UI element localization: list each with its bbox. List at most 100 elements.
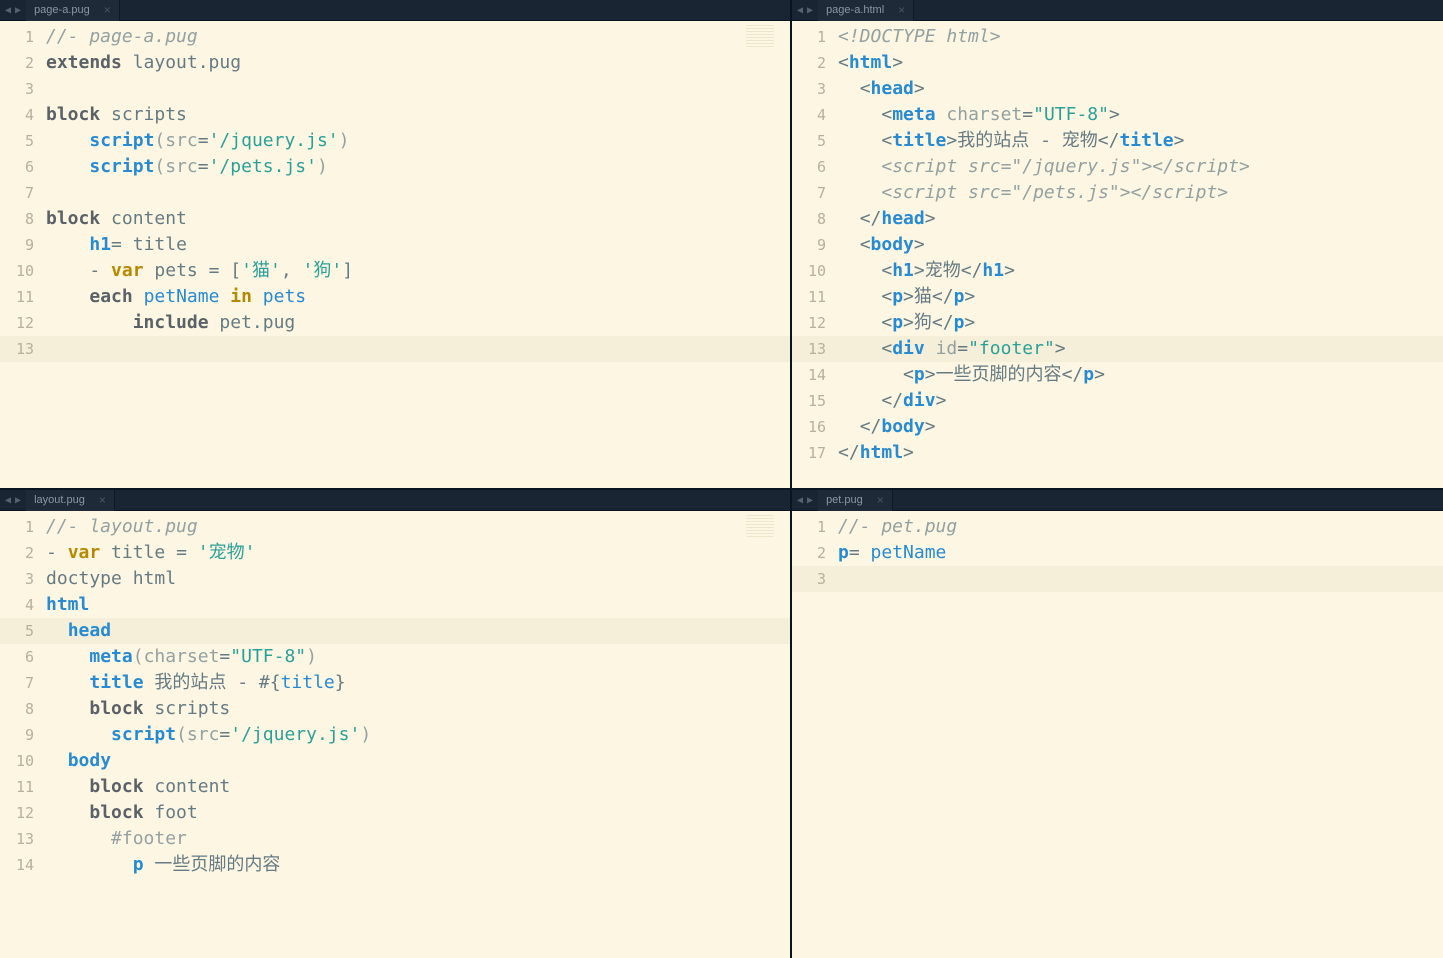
code-line[interactable]: script(src='/jquery.js') <box>44 722 790 748</box>
code-line[interactable]: //- page-a.pug <box>44 24 790 50</box>
line-number: 1 <box>0 24 44 50</box>
code-line[interactable]: <head> <box>836 76 1443 102</box>
code-line[interactable]: </html> <box>836 440 1443 466</box>
tab-nav: ◀ ▶ <box>792 5 818 16</box>
tab-label: page-a.html <box>826 4 884 16</box>
nav-next-icon[interactable]: ▶ <box>14 5 22 16</box>
editor[interactable]: 1234567891011121314151617 <!DOCTYPE html… <box>792 21 1443 488</box>
code-line[interactable]: #footer <box>44 826 790 852</box>
line-number: 5 <box>0 618 44 644</box>
code-line[interactable]: extends layout.pug <box>44 50 790 76</box>
line-number: 4 <box>0 592 44 618</box>
line-number: 13 <box>0 826 44 852</box>
close-icon[interactable]: × <box>99 493 106 507</box>
tabbar: ◀ ▶ page-a.html × <box>792 0 1443 21</box>
line-number: 1 <box>792 24 836 50</box>
code-line[interactable] <box>44 180 790 206</box>
line-number: 5 <box>0 128 44 154</box>
tab-label: layout.pug <box>34 494 85 506</box>
nav-next-icon[interactable]: ▶ <box>14 495 22 506</box>
code-line[interactable]: doctype html <box>44 566 790 592</box>
code-line[interactable]: block scripts <box>44 102 790 128</box>
code-area[interactable]: //- page-a.pugextends layout.pug block sc… <box>44 21 790 488</box>
code-line[interactable]: block scripts <box>44 696 790 722</box>
line-number: 15 <box>792 388 836 414</box>
line-number: 7 <box>0 670 44 696</box>
code-line[interactable]: h1= title <box>44 232 790 258</box>
code-area[interactable]: //- pet.pugp= petName <box>836 511 1443 958</box>
close-icon[interactable]: × <box>898 3 905 17</box>
nav-prev-icon[interactable]: ◀ <box>796 5 804 16</box>
code-line[interactable]: <html> <box>836 50 1443 76</box>
close-icon[interactable]: × <box>104 3 111 17</box>
line-number: 10 <box>792 258 836 284</box>
code-line[interactable]: head <box>44 618 790 644</box>
code-line[interactable]: </head> <box>836 206 1443 232</box>
code-line[interactable] <box>44 76 790 102</box>
code-line[interactable]: block content <box>44 774 790 800</box>
tab-layout-pug[interactable]: layout.pug × <box>26 490 115 511</box>
gutter: 123 <box>792 511 836 958</box>
code-line[interactable]: <meta charset="UTF-8"> <box>836 102 1443 128</box>
pane-bottom-left: ◀ ▶ layout.pug × 1234567891011121314 //-… <box>0 490 790 958</box>
code-line[interactable]: script(src='/jquery.js') <box>44 128 790 154</box>
line-number: 12 <box>0 800 44 826</box>
code-line[interactable]: html <box>44 592 790 618</box>
pane-top-right: ◀ ▶ page-a.html × 1234567891011121314151… <box>792 0 1443 488</box>
nav-prev-icon[interactable]: ◀ <box>4 495 12 506</box>
tab-page-a-pug[interactable]: page-a.pug × <box>26 0 120 21</box>
line-number: 3 <box>0 566 44 592</box>
code-line[interactable]: //- layout.pug <box>44 514 790 540</box>
code-line[interactable]: script(src='/pets.js') <box>44 154 790 180</box>
tab-page-a-html[interactable]: page-a.html × <box>818 0 914 21</box>
tab-nav: ◀ ▶ <box>792 495 818 506</box>
code-line[interactable]: - var pets = ['猫', '狗'] <box>44 258 790 284</box>
line-number: 16 <box>792 414 836 440</box>
gutter: 12345678910111213 <box>0 21 44 488</box>
nav-next-icon[interactable]: ▶ <box>806 495 814 506</box>
code-area[interactable]: //- layout.pug- var title = '宠物'doctype … <box>44 511 790 958</box>
code-line[interactable]: block content <box>44 206 790 232</box>
code-area[interactable]: <!DOCTYPE html><html> <head> <meta chars… <box>836 21 1443 488</box>
code-line[interactable]: <title>我的站点 - 宠物</title> <box>836 128 1443 154</box>
code-line[interactable]: title 我的站点 - #{title} <box>44 670 790 696</box>
tab-nav: ◀ ▶ <box>0 5 26 16</box>
code-line[interactable]: <!DOCTYPE html> <box>836 24 1443 50</box>
code-line[interactable]: <p>一些页脚的内容</p> <box>836 362 1443 388</box>
code-line[interactable]: <body> <box>836 232 1443 258</box>
code-line[interactable]: body <box>44 748 790 774</box>
code-line[interactable]: <p>猫</p> <box>836 284 1443 310</box>
code-line[interactable]: <script src="/pets.js"></script> <box>836 180 1443 206</box>
code-line[interactable]: <p>狗</p> <box>836 310 1443 336</box>
code-line[interactable]: block foot <box>44 800 790 826</box>
code-line[interactable]: <h1>宠物</h1> <box>836 258 1443 284</box>
close-icon[interactable]: × <box>877 493 884 507</box>
code-line[interactable]: //- pet.pug <box>836 514 1443 540</box>
code-line[interactable]: - var title = '宠物' <box>44 540 790 566</box>
tabbar: ◀ ▶ page-a.pug × <box>0 0 790 21</box>
code-line[interactable]: each petName in pets <box>44 284 790 310</box>
editor[interactable]: 12345678910111213 //- page-a.pugextends … <box>0 21 790 488</box>
code-line[interactable]: </div> <box>836 388 1443 414</box>
code-line[interactable] <box>836 566 1443 592</box>
line-number: 1 <box>792 514 836 540</box>
gutter: 1234567891011121314151617 <box>792 21 836 488</box>
line-number: 2 <box>792 50 836 76</box>
line-number: 14 <box>0 852 44 878</box>
code-line[interactable]: p 一些页脚的内容 <box>44 852 790 878</box>
nav-next-icon[interactable]: ▶ <box>806 5 814 16</box>
code-line[interactable]: <script src="/jquery.js"></script> <box>836 154 1443 180</box>
code-line[interactable] <box>44 336 790 362</box>
nav-prev-icon[interactable]: ◀ <box>796 495 804 506</box>
code-line[interactable]: </body> <box>836 414 1443 440</box>
line-number: 3 <box>792 566 836 592</box>
code-line[interactable]: p= petName <box>836 540 1443 566</box>
editor[interactable]: 123 //- pet.pugp= petName ▼ <box>792 511 1443 958</box>
code-line[interactable]: include pet.pug <box>44 310 790 336</box>
code-line[interactable]: <div id="footer"> <box>836 336 1443 362</box>
code-line[interactable]: meta(charset="UTF-8") <box>44 644 790 670</box>
line-number: 10 <box>0 748 44 774</box>
editor[interactable]: 1234567891011121314 //- layout.pug- var … <box>0 511 790 958</box>
nav-prev-icon[interactable]: ◀ <box>4 5 12 16</box>
tab-pet-pug[interactable]: pet.pug × <box>818 490 893 511</box>
